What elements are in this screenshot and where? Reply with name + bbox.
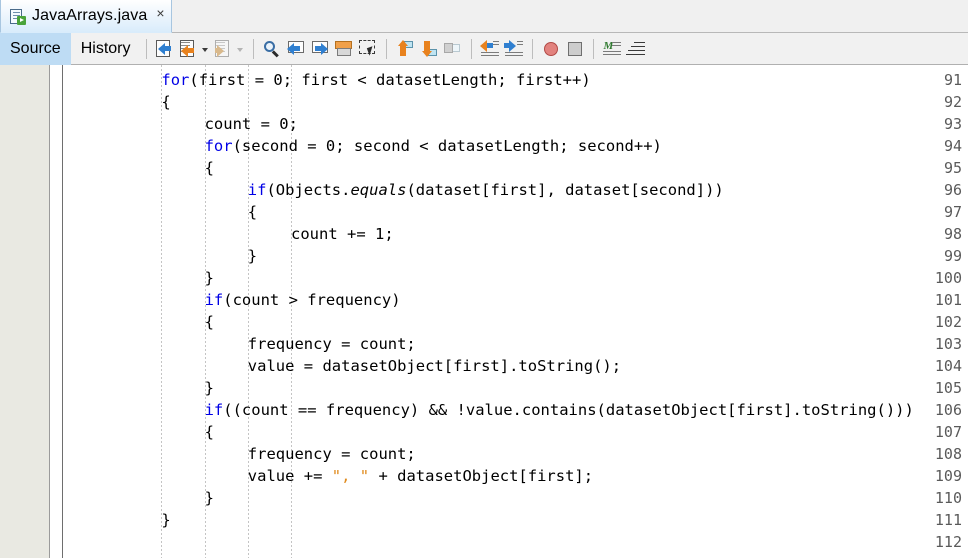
toolbar-separator [386,38,388,59]
chevron-down-icon[interactable] [201,38,210,60]
editor-tab-title: JavaArrays.java [32,7,148,24]
code-line[interactable]: { [161,91,170,113]
code-line[interactable]: if(Objects.equals(dataset[first], datase… [248,179,724,201]
java-class-file-icon [9,8,26,25]
code-token: value = datasetObject[first].toString(); [247,357,622,375]
code-token: { [204,423,214,441]
code-line[interactable]: frequency = count; [248,443,416,465]
code-token: { [204,313,214,331]
shift-line-left-icon[interactable] [479,38,501,60]
find-previous-icon[interactable] [285,38,307,60]
code-token: if [247,181,267,199]
code-line[interactable]: for(first = 0; first < datasetLength; fi… [161,69,590,91]
code-token: (second = 0; second < datasetLength; sec… [232,137,662,155]
code-editor[interactable]: 91 92 93 94 95 96 97 98 99 100 101 102 103 104 105 106 1… [0,65,968,558]
code-token: ((count == frequency) && !value.contains… [223,401,914,419]
toggle-comment-icon[interactable]: M [601,38,623,60]
find-next-icon[interactable] [309,38,331,60]
stop-icon[interactable] [564,38,586,60]
toolbar-separator [253,38,255,59]
code-line[interactable]: { [205,311,214,333]
code-line[interactable]: { [205,421,214,443]
code-token: (count > frequency) [223,291,401,309]
toggle-breakpoint-icon[interactable] [540,38,562,60]
previous-bookmark-icon[interactable] [178,38,200,60]
previous-error-icon[interactable] [394,38,416,60]
editor-tab-javaarrays[interactable]: JavaArrays.java × [0,0,172,33]
code-token: if [204,401,224,419]
code-line[interactable]: } [205,267,214,289]
find-selection-icon[interactable] [261,38,283,60]
next-bookmark-icon[interactable] [213,38,235,60]
last-edit-icon[interactable] [442,38,464,60]
code-token: } [204,269,214,287]
toggle-rectangular-selection-icon[interactable] [357,38,379,60]
code-token: value += [247,467,332,485]
code-token: (Objects. [266,181,351,199]
code-line[interactable]: frequency = count; [248,333,416,355]
toolbar-separator [146,38,148,59]
code-token: + datasetObject[first]; [369,467,594,485]
code-line[interactable]: if(count > frequency) [205,289,401,311]
code-line[interactable]: value += ", " + datasetObject[first]; [248,465,593,487]
code-token: count = 0; [204,115,298,133]
code-line[interactable]: value = datasetObject[first].toString(); [248,355,621,377]
code-line[interactable]: } [248,245,257,267]
code-line[interactable]: if((count == frequency) && !value.contai… [205,399,914,421]
code-token: } [161,511,171,529]
toggle-bookmark-icon[interactable] [154,38,176,60]
code-line[interactable]: count = 0; [205,113,298,135]
editor-tab-bar: JavaArrays.java × [0,0,968,33]
code-line[interactable]: } [205,377,214,399]
code-line[interactable]: } [205,487,214,509]
editor-toolbar: Source History M [0,32,968,65]
code-token: for [204,137,233,155]
code-token: { [247,203,258,221]
code-line[interactable]: } [161,509,170,531]
code-content[interactable]: for(first = 0; first < datasetLength; fi… [0,65,968,558]
code-token: } [204,379,214,397]
toolbar-separator [593,38,595,59]
shift-line-right-icon[interactable] [503,38,525,60]
code-token: frequency = count; [247,335,416,353]
chevron-down-icon-disabled [236,38,245,60]
code-line[interactable]: { [248,201,257,223]
tab-source[interactable]: Source [0,32,71,65]
code-token: frequency = count; [247,445,416,463]
code-token: } [247,247,258,265]
code-token: equals [350,181,407,199]
code-line[interactable]: for(second = 0; second < datasetLength; … [205,135,662,157]
code-token: count += 1; [291,225,394,243]
code-line[interactable]: { [205,157,214,179]
toggle-highlight-icon[interactable] [333,38,355,60]
code-token: { [204,159,214,177]
code-token: (first = 0; first < datasetLength; first… [189,71,591,89]
toolbar-separator [471,38,473,59]
code-token: } [204,489,214,507]
toolbar-separator [532,38,534,59]
code-token: if [204,291,224,309]
code-token: ", " [331,467,370,485]
code-token: for [161,71,190,89]
close-icon[interactable]: × [156,6,164,26]
code-token: (dataset[first], dataset[second])) [406,181,724,199]
format-icon[interactable] [625,38,647,60]
code-token: { [161,93,171,111]
next-error-icon[interactable] [418,38,440,60]
tab-history[interactable]: History [71,33,141,65]
code-line[interactable]: count += 1; [291,223,394,245]
